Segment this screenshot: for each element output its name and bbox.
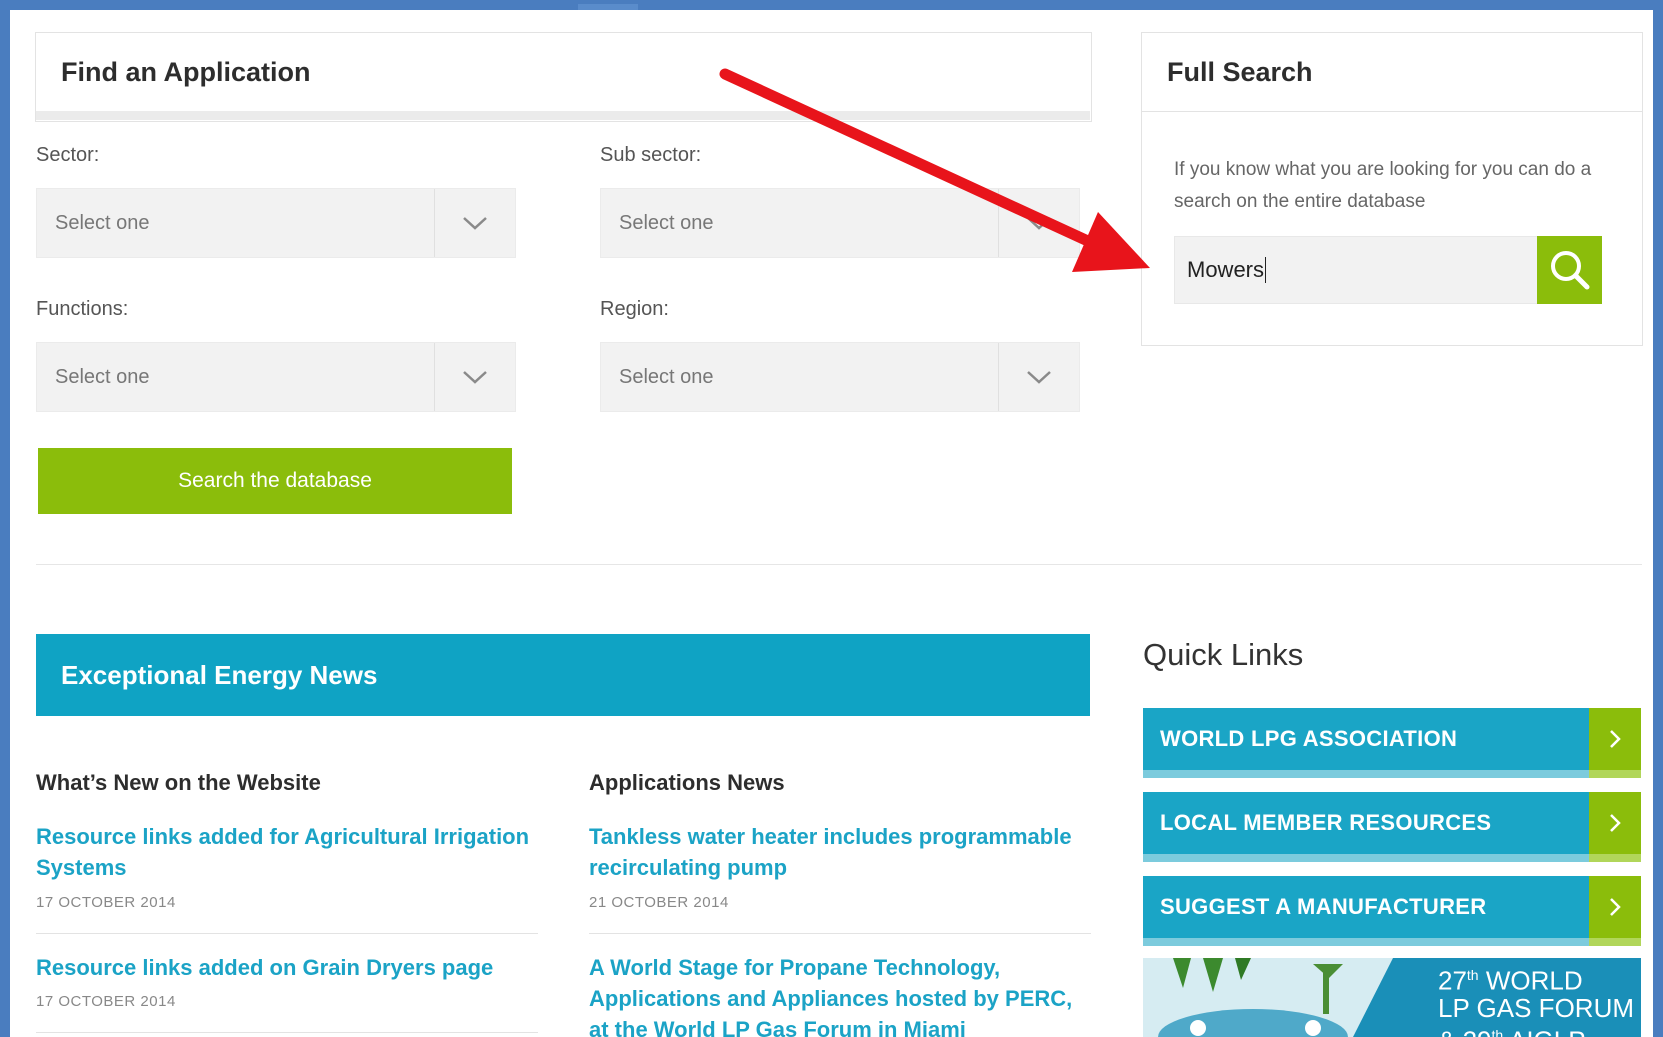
full-search-button[interactable] bbox=[1537, 236, 1602, 304]
quick-link-local-member[interactable]: LOCAL MEMBER RESOURCES bbox=[1143, 792, 1641, 862]
top-border bbox=[10, 4, 1653, 10]
news-item-link[interactable]: Resource links added on Grain Dryers pag… bbox=[36, 952, 536, 983]
functions-select-value: Select one bbox=[55, 365, 150, 388]
full-search-input[interactable]: Mowers bbox=[1174, 236, 1538, 304]
chevron-right-icon bbox=[1589, 876, 1641, 938]
news-separator bbox=[36, 933, 538, 934]
full-search-description: If you know what you are looking for you… bbox=[1174, 159, 1592, 212]
sector-label: Sector: bbox=[36, 144, 100, 166]
top-tab-stub bbox=[578, 4, 638, 10]
subsector-label: Sub sector: bbox=[600, 144, 702, 166]
news-separator bbox=[589, 933, 1091, 934]
whats-new-heading: What’s New on the Website bbox=[36, 770, 321, 795]
subsector-select-value: Select one bbox=[619, 211, 714, 234]
quick-link-arrow-underbar bbox=[1589, 938, 1641, 946]
functions-select[interactable]: Select one bbox=[36, 342, 516, 412]
full-search-header-rule bbox=[1142, 111, 1642, 112]
news-item-date: 21 OCTOBER 2014 bbox=[589, 894, 729, 911]
news-item-link[interactable]: Tankless water heater includes programma… bbox=[589, 821, 1089, 883]
news-item-link[interactable]: A World Stage for Propane Technology, Ap… bbox=[589, 952, 1079, 1037]
quick-link-suggest-manufacturer[interactable]: SUGGEST A MANUFACTURER bbox=[1143, 876, 1641, 946]
text-caret bbox=[1265, 257, 1267, 283]
search-icon bbox=[1550, 251, 1589, 290]
chevron-down-icon bbox=[434, 189, 515, 257]
forum-line-2: LP GAS FORUM bbox=[1438, 992, 1635, 1023]
chevron-down-icon bbox=[434, 343, 515, 411]
quick-link-label: WORLD LPG ASSOCIATION bbox=[1160, 726, 1458, 751]
lp-gas-forum-banner[interactable]: 27th WORLD LP GAS FORUM & 29th AIGLP bbox=[1143, 958, 1641, 1037]
find-application-panel: Find an Application bbox=[35, 32, 1092, 122]
search-database-button[interactable]: Search the database bbox=[38, 448, 512, 514]
news-item-link[interactable]: Resource links added for Agricultural Ir… bbox=[36, 821, 536, 883]
sector-select[interactable]: Select one bbox=[36, 188, 516, 258]
forum-line-1: 27th WORLD bbox=[1438, 965, 1583, 996]
quick-link-world-lpg[interactable]: WORLD LPG ASSOCIATION bbox=[1143, 708, 1641, 778]
find-application-title: Find an Application bbox=[61, 56, 311, 87]
page-frame: Find an Application Sector: Select one S… bbox=[10, 4, 1653, 1037]
section-divider bbox=[36, 564, 1642, 565]
find-application-underbar bbox=[36, 111, 1090, 120]
news-separator bbox=[36, 1032, 538, 1033]
region-select[interactable]: Select one bbox=[600, 342, 1080, 412]
applications-news-heading: Applications News bbox=[589, 770, 785, 795]
news-item-date: 17 OCTOBER 2014 bbox=[36, 993, 176, 1010]
quick-link-label: SUGGEST A MANUFACTURER bbox=[1160, 894, 1487, 919]
forum-line-3: & 29th AIGLP bbox=[1438, 1026, 1586, 1037]
full-search-title: Full Search bbox=[1167, 56, 1313, 87]
subsector-select[interactable]: Select one bbox=[600, 188, 1080, 258]
quick-link-arrow-underbar bbox=[1589, 854, 1641, 862]
chevron-right-icon bbox=[1589, 708, 1641, 770]
quick-links-title: Quick Links bbox=[1143, 637, 1304, 672]
chevron-down-icon bbox=[998, 343, 1079, 411]
chevron-down-icon bbox=[998, 189, 1079, 257]
full-search-input-value: Mowers bbox=[1187, 257, 1265, 282]
forum-text: 27th WORLD LP GAS FORUM & 29th AIGLP bbox=[1438, 962, 1634, 1037]
chevron-right-icon bbox=[1589, 792, 1641, 854]
quick-link-arrow-underbar bbox=[1589, 770, 1641, 778]
functions-label: Functions: bbox=[36, 298, 129, 320]
sector-select-value: Select one bbox=[55, 211, 150, 234]
news-item-date: 17 OCTOBER 2014 bbox=[36, 894, 176, 911]
region-label: Region: bbox=[600, 298, 669, 320]
quick-link-label: LOCAL MEMBER RESOURCES bbox=[1160, 810, 1492, 835]
news-banner: Exceptional Energy News bbox=[36, 634, 1090, 716]
region-select-value: Select one bbox=[619, 365, 714, 388]
